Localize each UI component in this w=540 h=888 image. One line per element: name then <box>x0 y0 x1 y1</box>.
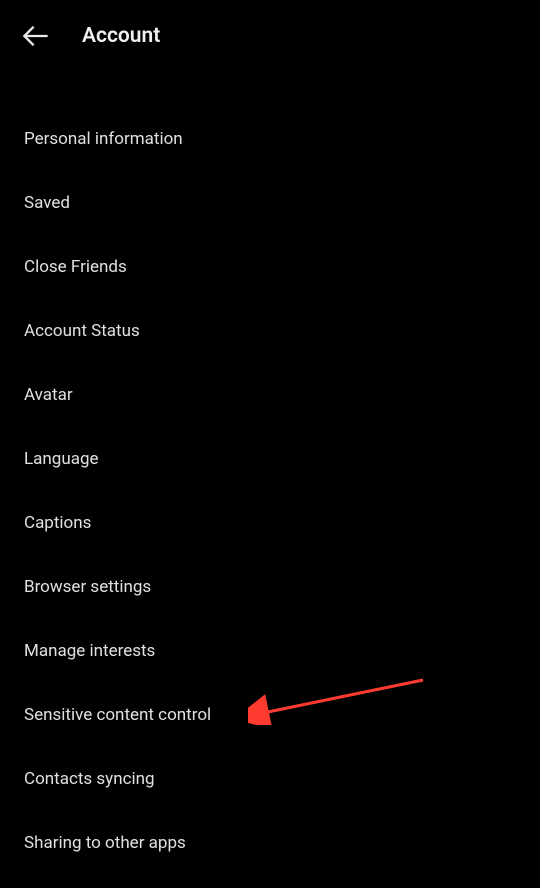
menu-item-account-status[interactable]: Account Status <box>24 299 516 363</box>
page-title: Account <box>82 24 160 48</box>
menu-item-captions[interactable]: Captions <box>24 491 516 555</box>
menu-item-personal-information[interactable]: Personal information <box>24 107 516 171</box>
header: Account <box>0 0 540 72</box>
menu-item-close-friends[interactable]: Close Friends <box>24 235 516 299</box>
menu-item-avatar[interactable]: Avatar <box>24 363 516 427</box>
menu-item-sensitive-content-control[interactable]: Sensitive content control <box>24 683 516 747</box>
menu-item-contacts-syncing[interactable]: Contacts syncing <box>24 747 516 811</box>
menu-list: Personal information Saved Close Friends… <box>0 107 540 875</box>
back-button[interactable] <box>20 20 52 52</box>
menu-item-language[interactable]: Language <box>24 427 516 491</box>
menu-item-saved[interactable]: Saved <box>24 171 516 235</box>
menu-item-browser-settings[interactable]: Browser settings <box>24 555 516 619</box>
menu-item-manage-interests[interactable]: Manage interests <box>24 619 516 683</box>
menu-item-sharing-to-other-apps[interactable]: Sharing to other apps <box>24 811 516 875</box>
arrow-left-icon <box>22 22 50 50</box>
